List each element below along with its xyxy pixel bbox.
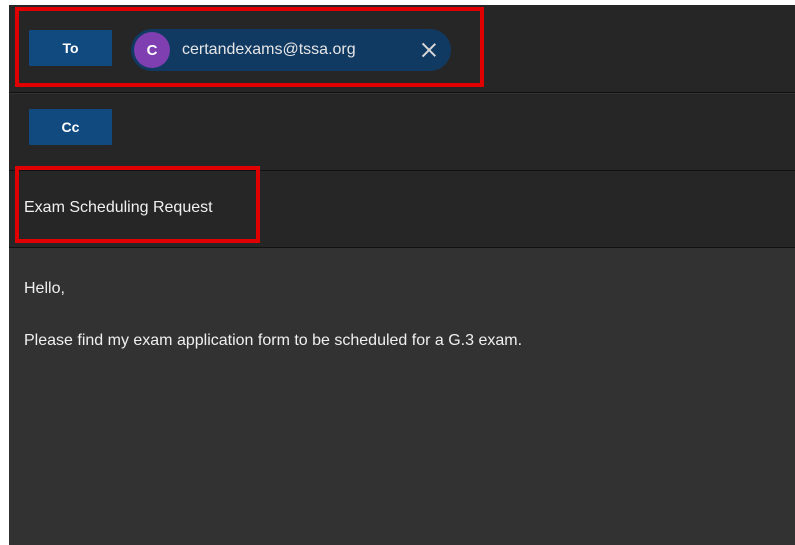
cc-row[interactable]: Cc	[9, 94, 795, 171]
remove-recipient-close-icon[interactable]	[421, 42, 437, 58]
subject-text: Exam Scheduling Request	[24, 199, 213, 216]
subject-field[interactable]: Exam Scheduling Request	[9, 171, 795, 248]
recipient-avatar: C	[134, 32, 170, 68]
recipient-chip[interactable]: C certandexams@tssa.org	[131, 29, 451, 71]
body-line-greeting: Hello,	[24, 280, 65, 297]
cc-button[interactable]: Cc	[29, 109, 112, 145]
email-compose-pane: To C certandexams@tssa.org Cc Exam Sched…	[9, 0, 795, 545]
to-button[interactable]: To	[29, 30, 112, 66]
body-line-message: Please find my exam application form to …	[24, 332, 523, 349]
recipient-email: certandexams@tssa.org	[182, 41, 356, 58]
to-row: To C certandexams@tssa.org	[9, 0, 795, 93]
message-body[interactable]: Hello, Please find my exam application f…	[9, 248, 795, 545]
